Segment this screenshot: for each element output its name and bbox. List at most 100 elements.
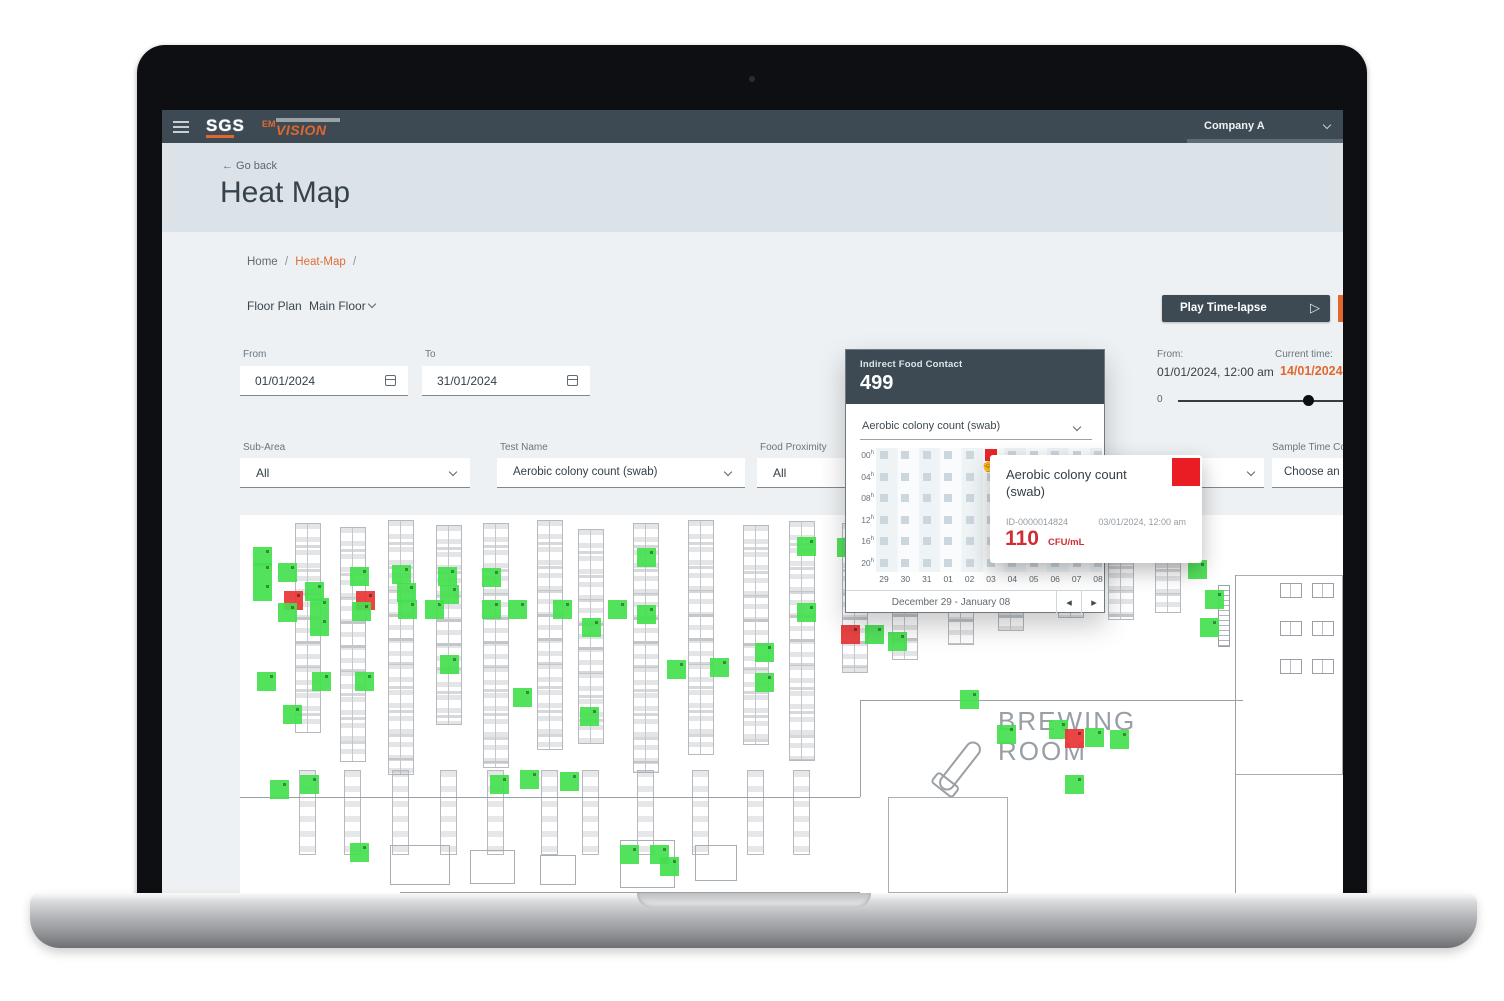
- sample-marker[interactable]: [637, 548, 656, 567]
- grid-cell[interactable]: [944, 537, 952, 545]
- sample-marker[interactable]: [310, 617, 329, 636]
- grid-cell[interactable]: [880, 473, 888, 481]
- sample-marker[interactable]: [1110, 730, 1129, 749]
- sample-marker[interactable]: [710, 658, 729, 677]
- grid-cell[interactable]: [880, 451, 888, 459]
- clipped-orange-button[interactable]: [1338, 295, 1343, 322]
- sample-marker[interactable]: [888, 632, 907, 651]
- grid-cell[interactable]: [880, 537, 888, 545]
- breadcrumb-heat-map[interactable]: Heat-Map: [295, 256, 346, 268]
- sample-marker[interactable]: [300, 775, 319, 794]
- grid-cell[interactable]: [966, 537, 974, 545]
- sample-marker[interactable]: [440, 585, 459, 604]
- sample-marker[interactable]: [520, 770, 539, 789]
- grid-cell[interactable]: [923, 473, 931, 481]
- grid-cell[interactable]: [966, 559, 974, 567]
- sub-area-dropdown[interactable]: All: [240, 458, 470, 488]
- floor-plan-canvas[interactable]: BREWING ROOM: [240, 515, 1343, 893]
- sample-marker[interactable]: [1065, 775, 1084, 794]
- sample-marker[interactable]: [257, 672, 276, 691]
- sample-marker[interactable]: [270, 780, 289, 799]
- sample-marker[interactable]: [841, 625, 860, 644]
- calendar-icon[interactable]: [385, 375, 396, 386]
- sample-marker[interactable]: [755, 643, 774, 662]
- calendar-icon[interactable]: [567, 375, 578, 386]
- hamburger-menu-icon[interactable]: [173, 121, 189, 133]
- sample-time-dropdown[interactable]: Choose an o: [1272, 458, 1343, 488]
- test-name-dropdown[interactable]: Aerobic colony count (swab): [497, 458, 745, 488]
- sample-marker[interactable]: [278, 603, 297, 622]
- grid-cell[interactable]: [923, 516, 931, 524]
- sample-marker[interactable]: [398, 600, 417, 619]
- grid-cell[interactable]: [944, 494, 952, 502]
- sample-marker[interactable]: [310, 598, 329, 617]
- sample-marker[interactable]: [513, 688, 532, 707]
- grid-cell[interactable]: [880, 559, 888, 567]
- grid-cell[interactable]: [901, 537, 909, 545]
- sample-marker[interactable]: [482, 568, 501, 587]
- grid-cell[interactable]: [944, 473, 952, 481]
- grid-cell[interactable]: [966, 473, 974, 481]
- time-slider-handle[interactable]: [1303, 395, 1314, 406]
- sample-marker[interactable]: [352, 602, 371, 621]
- grid-cell[interactable]: [923, 537, 931, 545]
- sample-marker[interactable]: [283, 705, 302, 724]
- sample-marker[interactable]: [1200, 618, 1219, 637]
- company-dropdown[interactable]: Company A: [1187, 110, 1343, 143]
- sample-marker[interactable]: [350, 843, 369, 862]
- sample-marker[interactable]: [253, 563, 272, 582]
- grid-cell[interactable]: [944, 559, 952, 567]
- grid-cell[interactable]: [901, 494, 909, 502]
- grid-cell[interactable]: [901, 473, 909, 481]
- grid-cell[interactable]: [966, 494, 974, 502]
- sample-marker[interactable]: [582, 618, 601, 637]
- sample-marker[interactable]: [667, 660, 686, 679]
- sample-marker[interactable]: [490, 775, 509, 794]
- grid-cell[interactable]: [944, 516, 952, 524]
- sample-marker[interactable]: [637, 605, 656, 624]
- sample-marker[interactable]: [865, 625, 884, 644]
- sample-marker[interactable]: [1085, 728, 1104, 747]
- sample-marker[interactable]: [560, 772, 579, 791]
- sample-marker[interactable]: [355, 672, 374, 691]
- sample-marker[interactable]: [997, 725, 1016, 744]
- sample-marker[interactable]: [608, 600, 627, 619]
- sample-marker[interactable]: [508, 600, 527, 619]
- to-date-input[interactable]: 31/01/2024: [422, 366, 590, 396]
- sample-marker[interactable]: [392, 565, 411, 584]
- breadcrumb-home[interactable]: Home: [247, 256, 278, 268]
- grid-cell[interactable]: [901, 559, 909, 567]
- grid-cell[interactable]: [966, 516, 974, 524]
- grid-cell[interactable]: [901, 516, 909, 524]
- time-slider-track[interactable]: [1178, 400, 1343, 402]
- grid-cell[interactable]: [923, 494, 931, 502]
- prev-page-button[interactable]: ◂: [1056, 591, 1081, 615]
- grid-cell[interactable]: [923, 451, 931, 459]
- sample-marker[interactable]: [253, 582, 272, 601]
- play-timelapse-button[interactable]: Play Time-lapse ▷: [1162, 295, 1330, 322]
- sample-marker[interactable]: [797, 537, 816, 556]
- sample-marker[interactable]: [620, 845, 639, 864]
- floor-plan-select[interactable]: Main Floor: [309, 299, 366, 313]
- grid-cell[interactable]: [966, 451, 974, 459]
- next-page-button[interactable]: ▸: [1081, 591, 1106, 615]
- sample-marker[interactable]: [1065, 729, 1084, 748]
- grid-cell[interactable]: [901, 451, 909, 459]
- partially-hidden-dropdown[interactable]: [1194, 458, 1264, 488]
- grid-cell[interactable]: [880, 516, 888, 524]
- grid-cell[interactable]: [923, 559, 931, 567]
- sample-marker[interactable]: [660, 857, 679, 876]
- sample-marker[interactable]: [755, 673, 774, 692]
- go-back-link[interactable]: ← Go back: [222, 160, 277, 172]
- popup-test-dropdown[interactable]: Aerobic colony count (swab): [862, 420, 1000, 432]
- from-date-input[interactable]: 01/01/2024: [240, 366, 408, 396]
- sample-marker[interactable]: [350, 567, 369, 586]
- sample-marker[interactable]: [312, 672, 331, 691]
- sample-marker[interactable]: [553, 600, 572, 619]
- sample-marker[interactable]: [278, 563, 297, 582]
- sample-marker[interactable]: [960, 690, 979, 709]
- sample-marker[interactable]: [438, 567, 457, 586]
- grid-cell[interactable]: [880, 494, 888, 502]
- sample-marker[interactable]: [580, 707, 599, 726]
- sample-marker[interactable]: [482, 600, 501, 619]
